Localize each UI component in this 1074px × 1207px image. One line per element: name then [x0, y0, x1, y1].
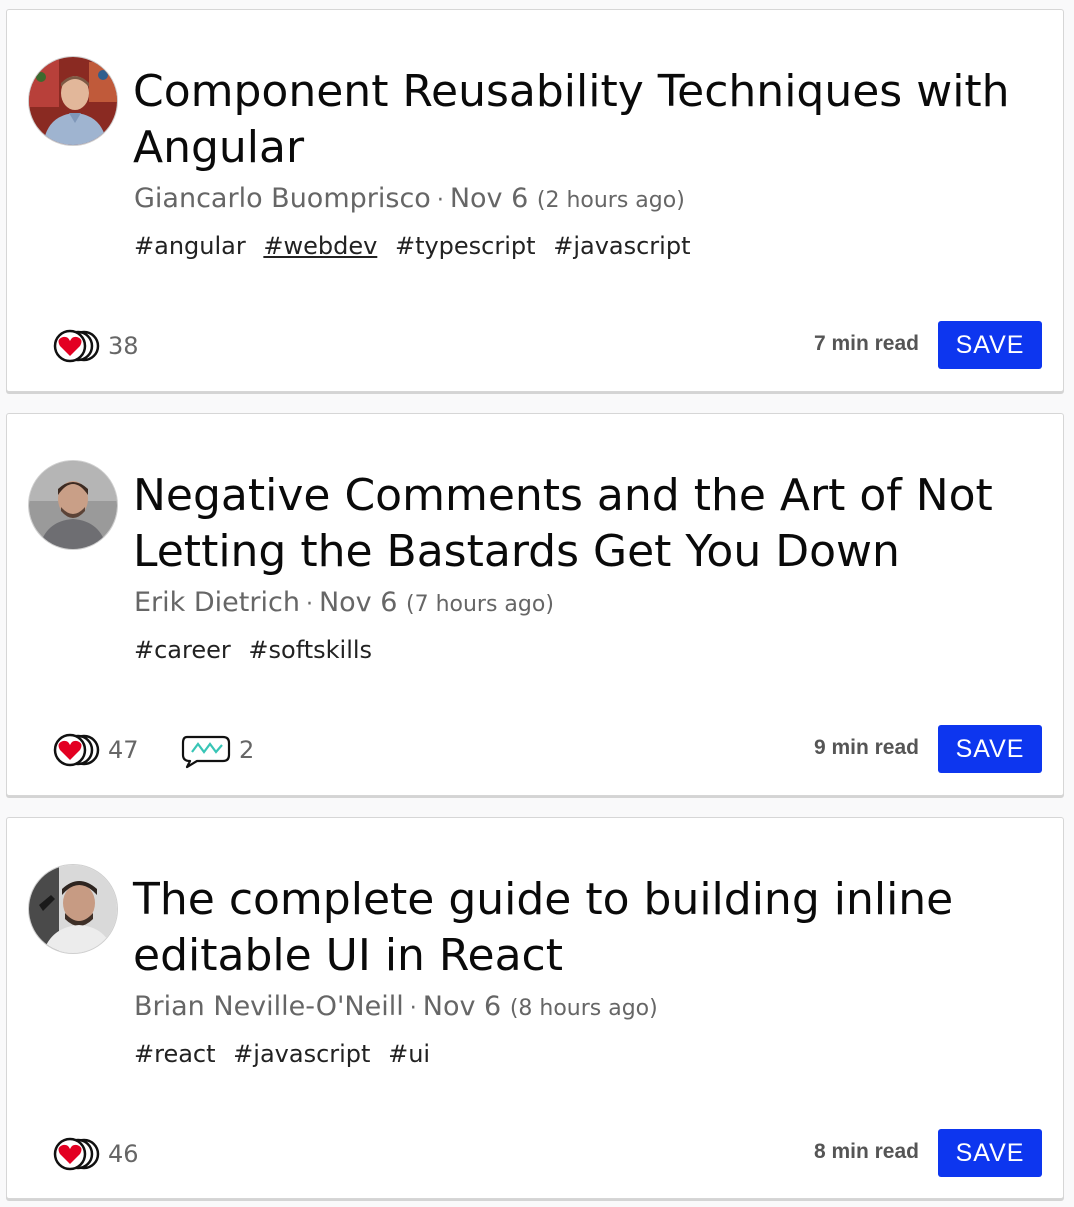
- avatar-photo-icon: [29, 461, 117, 549]
- reaction-count: 46: [108, 1140, 139, 1168]
- article-meta: Erik Dietrich · Nov 6 (7 hours ago): [134, 587, 554, 618]
- relative-time: (7 hours ago): [406, 592, 554, 617]
- article-footer: 47 2 9 min read SAVE: [7, 725, 1063, 775]
- read-time: 8 min read: [813, 1140, 919, 1163]
- save-button[interactable]: SAVE: [938, 1129, 1042, 1177]
- author-name[interactable]: Giancarlo Buomprisco: [134, 183, 431, 214]
- author-name[interactable]: Brian Neville-O'Neill: [134, 991, 404, 1022]
- reaction-count: 47: [108, 736, 139, 764]
- article-meta: Brian Neville-O'Neill · Nov 6 (8 hours ago…: [134, 991, 658, 1022]
- tag-link[interactable]: #ui: [388, 1040, 430, 1068]
- save-button[interactable]: SAVE: [938, 321, 1042, 369]
- tag-list: #react #javascript #ui: [134, 1040, 440, 1068]
- article-title[interactable]: Component Reusability Techniques with An…: [133, 64, 1033, 176]
- heart-stack-icon: [53, 329, 100, 363]
- article-footer: 46 8 min read SAVE: [7, 1129, 1063, 1179]
- heart-stack-icon: [53, 1137, 100, 1171]
- article-card[interactable]: The complete guide to building inline ed…: [6, 817, 1064, 1199]
- tag-link[interactable]: #react: [134, 1040, 216, 1068]
- comment-bubble-icon: [181, 735, 231, 769]
- relative-time: (8 hours ago): [509, 996, 658, 1021]
- tag-link[interactable]: #javascript: [233, 1040, 370, 1068]
- publish-date: Nov 6: [422, 991, 502, 1022]
- author-avatar[interactable]: [28, 460, 118, 550]
- tag-link[interactable]: #career: [134, 636, 231, 664]
- read-time: 7 min read: [813, 332, 919, 355]
- author-avatar[interactable]: [28, 56, 118, 146]
- relative-time: (2 hours ago): [536, 188, 685, 213]
- tag-link[interactable]: #javascript: [553, 232, 690, 260]
- article-footer: 38 7 min read SAVE: [7, 321, 1063, 371]
- reactions-button[interactable]: 38: [52, 327, 139, 365]
- read-time: 9 min read: [813, 736, 919, 759]
- tag-list: #career #softskills: [134, 636, 382, 664]
- article-meta: Giancarlo Buomprisco · Nov 6 (2 hours ago): [134, 183, 685, 214]
- comment-count: 2: [239, 736, 255, 764]
- save-button[interactable]: SAVE: [938, 725, 1042, 773]
- separator-dot: ·: [409, 996, 417, 1021]
- reaction-count: 38: [108, 332, 139, 360]
- separator-dot: ·: [305, 592, 313, 617]
- avatar-photo-icon: [29, 57, 117, 145]
- article-title[interactable]: Negative Comments and the Art of Not Let…: [133, 468, 1033, 580]
- author-avatar[interactable]: [28, 864, 118, 954]
- article-card[interactable]: Negative Comments and the Art of Not Let…: [6, 413, 1064, 796]
- tag-link[interactable]: #webdev: [263, 232, 377, 260]
- reactions-button[interactable]: 46: [52, 1135, 139, 1173]
- avatar-photo-icon: [29, 865, 117, 953]
- tag-list: #angular #webdev #typescript #javascript: [134, 232, 700, 260]
- tag-link[interactable]: #angular: [134, 232, 246, 260]
- article-card[interactable]: Component Reusability Techniques with An…: [6, 9, 1064, 392]
- article-title[interactable]: The complete guide to building inline ed…: [133, 872, 1033, 984]
- publish-date: Nov 6: [449, 183, 529, 214]
- heart-stack-icon: [53, 733, 100, 767]
- publish-date: Nov 6: [318, 587, 398, 618]
- reactions-button[interactable]: 47: [52, 731, 139, 769]
- author-name[interactable]: Erik Dietrich: [134, 587, 300, 618]
- tag-link[interactable]: #softskills: [248, 636, 372, 664]
- separator-dot: ·: [436, 188, 444, 213]
- comments-button[interactable]: 2: [179, 731, 254, 769]
- article-feed: Component Reusability Techniques with An…: [0, 0, 1074, 1207]
- tag-link[interactable]: #typescript: [395, 232, 536, 260]
